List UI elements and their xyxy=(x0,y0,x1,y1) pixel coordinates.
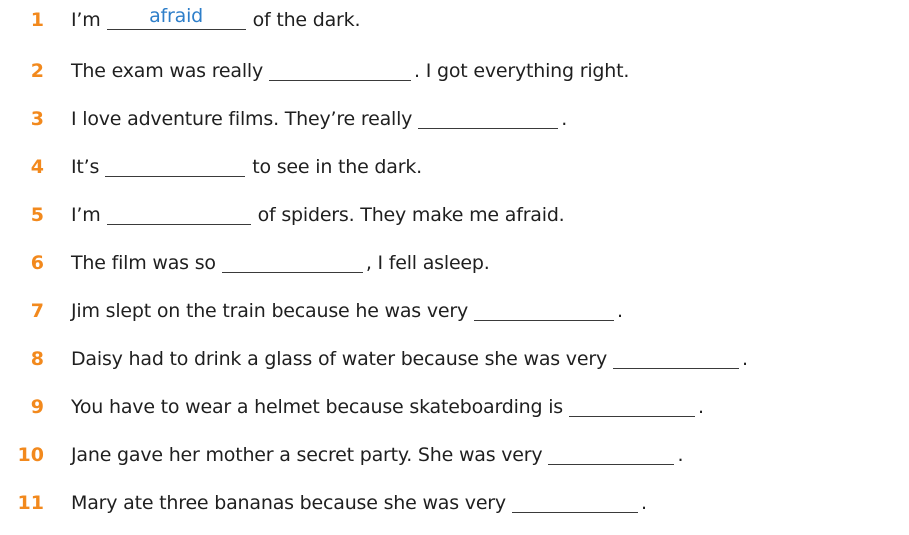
sentence-text-after: . xyxy=(617,300,623,322)
sentence-text-before: The film was so xyxy=(71,252,216,274)
item-sentence: I love adventure films. They’re really . xyxy=(71,109,567,129)
item-number: 10 xyxy=(17,444,44,466)
sentence-text-before: Jane gave her mother a secret party. She… xyxy=(71,444,543,466)
sentence-text-after: . xyxy=(698,396,704,418)
item-sentence: You have to wear a helmet because skateb… xyxy=(71,397,704,417)
sentence-text-after: of spiders. They make me afraid. xyxy=(257,204,565,226)
item-sentence: The exam was really . I got everything r… xyxy=(71,61,629,81)
answer-blank[interactable] xyxy=(418,109,559,129)
sentence-text-after: of the dark. xyxy=(252,9,361,31)
sentence-text-after: . xyxy=(742,348,748,370)
item-number: 7 xyxy=(30,300,44,322)
fill-in-the-blank-exercise: 1 I’m afraid of the dark. 2 The exam was… xyxy=(0,0,909,535)
item-number: 5 xyxy=(30,204,44,226)
item-number: 1 xyxy=(30,9,44,31)
answer-blank[interactable] xyxy=(269,61,412,81)
item-sentence: It’s to see in the dark. xyxy=(71,157,422,177)
sentence-text-after: . xyxy=(677,444,684,466)
sentence-text-after: to see in the dark. xyxy=(252,156,422,178)
answer-text: afraid xyxy=(149,5,204,27)
sentence-text-before: I’m xyxy=(71,9,101,31)
answer-blank[interactable]: afraid xyxy=(106,5,246,30)
item-sentence: Mary ate three bananas because she was v… xyxy=(71,493,647,513)
item-number: 11 xyxy=(17,492,44,514)
sentence-text-before: Jim slept on the train because he was ve… xyxy=(71,300,469,322)
sentence-text-before: I’m xyxy=(71,204,101,226)
sentence-text-before: Mary ate three bananas because she was v… xyxy=(71,492,506,514)
item-sentence: I’m afraid of the dark. xyxy=(71,5,361,31)
item-number: 8 xyxy=(30,348,44,370)
sentence-text-before: The exam was really xyxy=(71,60,264,82)
answer-blank[interactable] xyxy=(569,397,695,417)
answer-blank[interactable] xyxy=(511,493,638,513)
item-number: 4 xyxy=(30,156,44,178)
sentence-text-after: . xyxy=(640,492,647,514)
item-sentence: Jane gave her mother a secret party. She… xyxy=(71,445,683,465)
item-sentence: The film was so , I fell asleep. xyxy=(71,253,490,273)
item-sentence: I’m of spiders. They make me afraid. xyxy=(71,205,565,225)
sentence-text-before: It’s xyxy=(71,156,100,178)
answer-blank[interactable] xyxy=(474,301,615,321)
sentence-text-before: Daisy had to drink a glass of water beca… xyxy=(71,348,607,370)
item-number: 2 xyxy=(30,60,44,82)
sentence-text-after: . xyxy=(561,108,568,130)
sentence-text-after: , I fell asleep. xyxy=(365,252,490,274)
sentence-text-before: I love adventure films. They’re really xyxy=(71,108,413,130)
answer-blank[interactable] xyxy=(221,253,363,273)
sentence-text-after: . I got everything right. xyxy=(414,60,630,82)
answer-blank[interactable] xyxy=(106,205,251,225)
answer-blank[interactable] xyxy=(613,349,739,369)
answer-blank[interactable] xyxy=(105,157,246,177)
item-number: 3 xyxy=(30,108,44,130)
item-number: 6 xyxy=(30,252,44,274)
item-number: 9 xyxy=(30,396,44,418)
answer-blank[interactable] xyxy=(548,445,675,465)
sentence-text-before: You have to wear a helmet because skateb… xyxy=(71,396,563,418)
item-sentence: Jim slept on the train because he was ve… xyxy=(71,301,623,321)
item-sentence: Daisy had to drink a glass of water beca… xyxy=(71,349,748,369)
